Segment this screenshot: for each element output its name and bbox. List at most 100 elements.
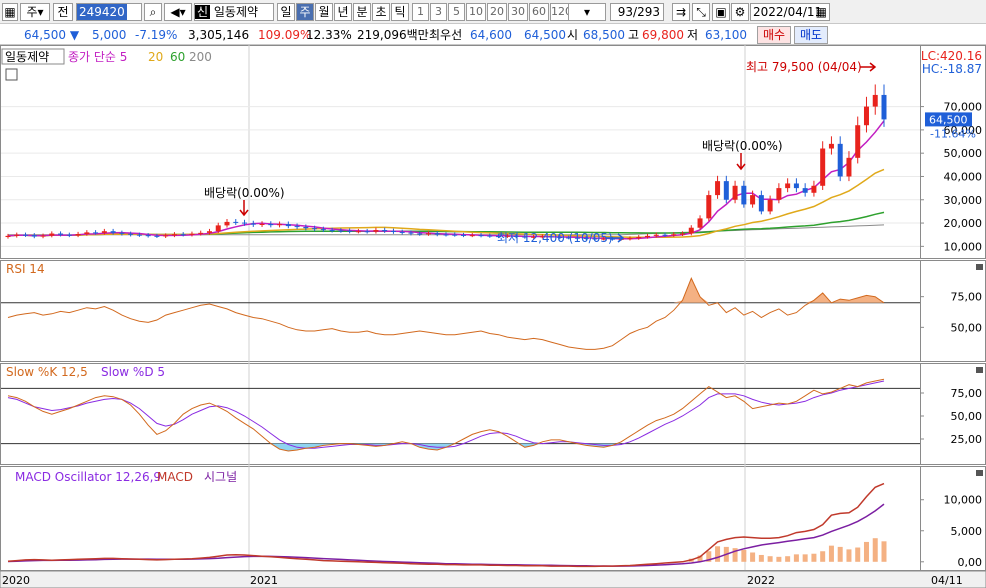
candle-body — [373, 230, 379, 232]
period-tab-5[interactable]: 초 — [372, 3, 390, 21]
interval-button-20[interactable]: 20 — [487, 3, 507, 21]
candle-body — [101, 231, 107, 233]
candle-body — [338, 230, 344, 232]
candle-body — [662, 234, 668, 236]
interval-button-5[interactable]: 5 — [448, 3, 465, 21]
candle-body — [206, 231, 212, 233]
interval-button-30[interactable]: 30 — [508, 3, 528, 21]
sell-button[interactable]: 매도 — [794, 26, 828, 44]
candle-body — [697, 218, 703, 228]
macd-osc-title: MACD Oscillator 12,26,9 — [15, 470, 161, 484]
candle-body — [399, 231, 405, 233]
candle-body — [811, 185, 817, 193]
period-tab-6[interactable]: 틱 — [391, 3, 409, 21]
toolbar: ▦ 주▾ 전 249420 ⌕ ◀▾ 신 일동제약 일주월년분초틱 1 3 5 10 2… — [0, 0, 986, 24]
macd-oscillator-bar — [802, 554, 808, 562]
macd-oscillator-bar — [837, 546, 843, 562]
candle-body — [390, 230, 396, 232]
slow-d-title: Slow %D 5 — [101, 365, 165, 379]
candle-body — [259, 223, 265, 225]
period-tab-1[interactable]: 주 — [296, 3, 314, 21]
stock-name-field[interactable]: 신 일동제약 — [194, 3, 274, 21]
candle-body — [425, 233, 431, 235]
candle-body — [644, 235, 650, 238]
buy-button[interactable]: 매수 — [757, 26, 791, 44]
date-input[interactable]: 2022/04/11 ▦ — [750, 3, 830, 21]
candle-body — [750, 195, 756, 205]
candle-body — [58, 233, 64, 235]
x-label-current-date: 04/11 — [931, 574, 963, 587]
candle-body — [767, 199, 773, 212]
candle-body — [846, 157, 852, 177]
candle-body — [881, 94, 887, 120]
macd-oscillator-bar — [758, 554, 764, 562]
interval-button-1[interactable]: 1 — [412, 3, 429, 21]
expand-icon[interactable]: ⤡ — [692, 3, 710, 21]
search-icon[interactable]: ⌕ — [144, 3, 162, 21]
candle-body — [382, 230, 388, 232]
candle-body — [636, 237, 642, 239]
candle-body — [268, 223, 274, 226]
macd-oscillator-bar — [785, 556, 791, 562]
interval-button-10[interactable]: 10 — [466, 3, 486, 21]
close-icon — [976, 367, 983, 373]
interval-input[interactable]: ▾ — [568, 3, 606, 21]
macd-oscillator-bar — [767, 556, 773, 562]
save-icon[interactable]: ▣ — [712, 3, 730, 21]
candle-body — [732, 185, 738, 200]
close-icon — [976, 264, 983, 270]
interval-button-60[interactable]: 60 — [529, 3, 549, 21]
market-select[interactable]: 주▾ — [20, 3, 50, 21]
macd-oscillator-bar — [750, 552, 756, 562]
candle-body — [434, 233, 440, 235]
high-annotation: 최고 79,500 (04/04) — [746, 60, 862, 74]
grid-icon[interactable]: ▦ — [2, 3, 18, 21]
interval-button-120[interactable]: 120 — [550, 3, 572, 21]
candle-body — [723, 181, 729, 200]
candle-body — [837, 143, 843, 177]
x-label-2020: 2020 — [2, 574, 30, 587]
dividend-annotation-2: 배당락(0.00%) — [702, 139, 783, 153]
candle-body — [487, 235, 493, 237]
lc-label: LC:420.16 — [921, 49, 982, 63]
current-price-tag-label: 64,500 — [929, 113, 968, 126]
candle-body — [680, 233, 686, 235]
speaker-icon[interactable]: ◀▾ — [164, 3, 192, 21]
link-icon[interactable]: ⇉ — [672, 3, 690, 21]
candle-body — [163, 235, 169, 237]
low-label: 저 — [687, 28, 699, 42]
period-tab-2[interactable]: 월 — [315, 3, 333, 21]
stock-code-input[interactable]: 249420 — [76, 3, 142, 21]
dividend-annotation-1: 배당락(0.00%) — [204, 186, 285, 200]
market-select-label: 주 — [26, 5, 38, 19]
candle-body — [855, 125, 861, 158]
candle-body — [320, 229, 326, 231]
period-tab-4[interactable]: 분 — [353, 3, 371, 21]
macd-title: MACD — [157, 470, 193, 484]
candle-body — [171, 234, 177, 236]
turnover: 12.33% — [306, 28, 352, 42]
candle-body — [671, 234, 677, 236]
interval-button-3[interactable]: 3 — [430, 3, 447, 21]
period-tab-0[interactable]: 일 — [277, 3, 295, 21]
calendar-icon[interactable]: ▦ — [816, 4, 827, 20]
candle-body — [128, 233, 134, 235]
mode-select[interactable]: 전 — [53, 3, 73, 21]
period-tab-3[interactable]: 년 — [334, 3, 352, 21]
hc-label: HC:-18.87 — [922, 62, 982, 76]
candle-body — [417, 233, 423, 235]
candle-body — [136, 234, 142, 236]
candle-body — [408, 232, 414, 234]
candle-body — [31, 235, 37, 237]
candle-body — [119, 232, 125, 234]
macd-oscillator-bar — [855, 547, 861, 562]
current-price-value: 64,500 — [24, 28, 66, 42]
gear-icon[interactable]: ⚙ — [731, 3, 749, 21]
candle-body — [741, 185, 747, 205]
candle-body — [312, 228, 318, 230]
open-price: 68,500 — [583, 28, 625, 42]
slow-k-title: Slow %K 12,5 — [6, 365, 88, 379]
price-change: 5,000 — [92, 28, 127, 42]
stock-chart[interactable]: 70,00060,00050,00040,00030,00020,00010,0… — [0, 45, 986, 588]
stoch-tick-label: 75,00 — [951, 387, 983, 400]
